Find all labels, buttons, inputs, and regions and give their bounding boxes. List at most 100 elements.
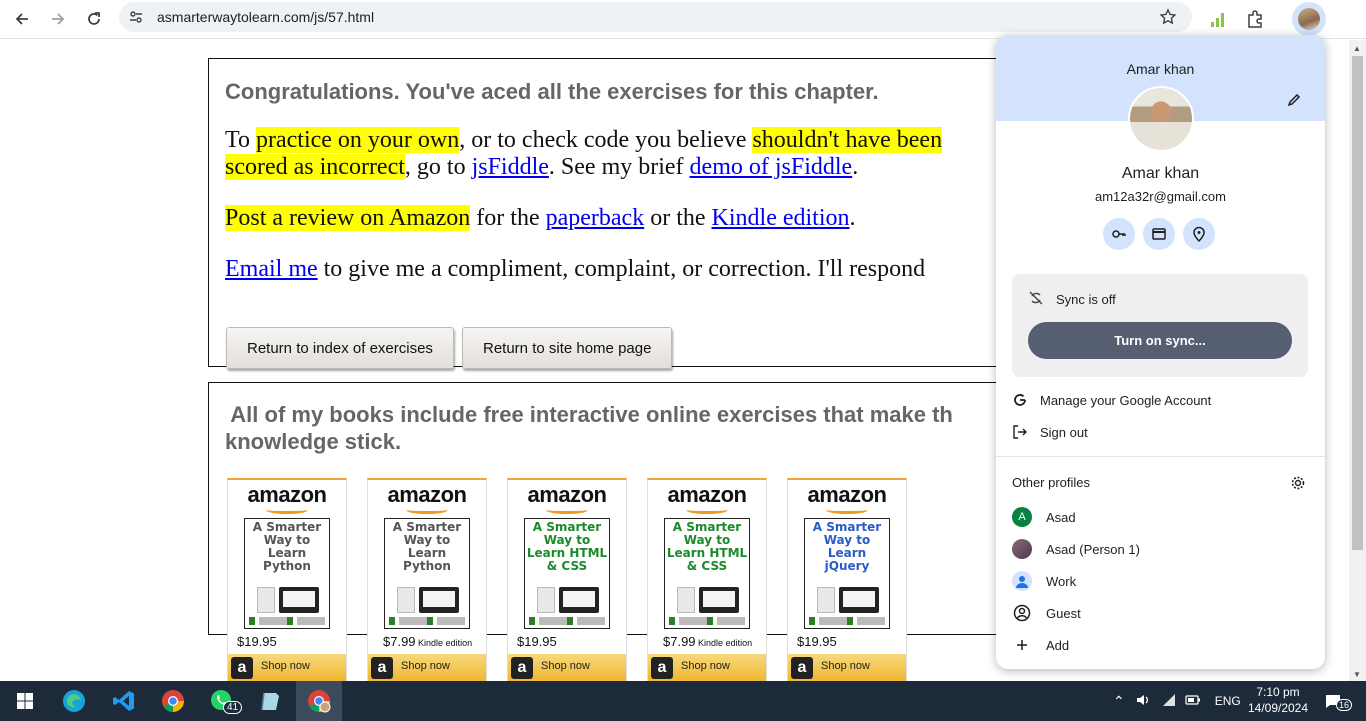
google-g-icon [1012,392,1028,408]
sign-out-label: Sign out [1040,424,1088,440]
book-card[interactable]: amazon A Smarter Way to Learn HTML & CSS… [647,478,767,681]
book-card[interactable]: amazon A Smarter Way to Learn Python $19… [227,478,347,681]
notepad-icon[interactable] [248,681,294,721]
amazon-a-icon: a [791,657,813,679]
book-cover[interactable]: A Smarter Way to Learn Python [244,518,330,629]
shop-now-label: Shop now [261,660,310,672]
text: To [225,127,256,153]
laptop-icon [839,587,879,613]
addresses-pin-icon[interactable] [1183,218,1215,250]
manage-profiles-gear-icon[interactable] [1290,475,1306,491]
site-info-icon[interactable] [127,8,145,26]
return-home-button[interactable]: Return to site home page [462,327,673,369]
shop-now-button[interactable]: a Shop now [368,654,486,681]
book-card[interactable]: amazon A Smarter Way to Learn HTML & CSS… [507,478,627,681]
signal-extension-icon[interactable] [1203,4,1233,34]
chrome-icon[interactable] [150,681,196,721]
book-icon [677,587,695,613]
text: , or to check code you believe [459,127,753,153]
highlight-text: Post a review on Amazon [225,205,471,231]
page-scrollbar[interactable]: ▲ ▼ [1349,40,1366,681]
edit-pencil-icon[interactable] [1286,92,1304,110]
shop-now-label: Shop now [681,660,730,672]
book-card[interactable]: amazon A Smarter Way to Learn jQuery $19… [787,478,907,681]
back-arrow-icon [15,13,28,25]
back-button[interactable] [7,4,37,34]
email-me-link[interactable]: Email me [225,256,318,282]
amazon-logo: amazon [387,482,467,507]
shop-now-button[interactable]: a Shop now [508,654,626,681]
shop-now-button[interactable]: a Shop now [648,654,766,681]
guest-icon [1012,603,1032,623]
book-cover[interactable]: A Smarter Way to Learn Python [384,518,470,629]
whatsapp-icon[interactable]: 41 [199,681,245,721]
profile-item-label: Guest [1046,605,1081,621]
extensions-puzzle-icon[interactable] [1240,4,1270,34]
congrats-heading: Congratulations. You've aced all the exe… [225,79,879,104]
amazon-smile-icon [826,506,868,514]
address-bar[interactable]: asmarterwaytolearn.com/js/57.html [119,2,1192,32]
profile-item-asad[interactable]: A Asad [1012,505,1312,529]
scroll-down-arrow-icon[interactable]: ▼ [1353,670,1361,679]
wifi-icon[interactable] [1161,692,1177,711]
amazon-logo: amazon [807,482,887,507]
review-paragraph: Post a review on Amazon for the paperbac… [225,205,856,232]
paperback-link[interactable]: paperback [546,205,645,231]
profile-avatar-button[interactable] [1292,2,1326,36]
chrome-profile-active-icon[interactable] [296,681,342,721]
language-indicator[interactable]: ENG [1215,694,1241,708]
payment-card-icon[interactable] [1143,218,1175,250]
bookmark-star-icon[interactable] [1158,7,1178,27]
show-hidden-icons-chevron-icon[interactable]: ⌃ [1113,693,1125,710]
shop-now-button[interactable]: a Shop now [788,654,906,681]
profile-item-work[interactable]: Work [1012,569,1312,593]
amazon-smile-icon [266,506,308,514]
laptop-icon [419,587,459,613]
reload-button[interactable] [79,4,109,34]
book-price: $7.99 Kindle edition [383,634,472,649]
cover-strip [669,617,745,625]
profile-name: Amar khan [1121,165,1200,182]
sign-out[interactable]: Sign out [1012,420,1312,444]
amazon-a-icon: a [231,657,253,679]
manage-google-account[interactable]: Manage your Google Account [1012,388,1312,412]
notifications-button[interactable]: 16 [1324,681,1353,721]
amazon-smile-icon [406,506,448,514]
profile-item-guest[interactable]: Guest [1012,601,1312,625]
scroll-up-arrow-icon[interactable]: ▲ [1353,44,1361,53]
shop-now-button[interactable]: a Shop now [228,654,346,681]
kindle-edition-link[interactable]: Kindle edition [712,205,850,231]
windows-start-icon[interactable] [2,681,48,721]
return-index-button[interactable]: Return to index of exercises [226,327,454,369]
cover-strip [389,617,465,625]
jsfiddle-demo-link[interactable]: demo of jsFiddle [690,154,853,180]
book-title: A Smarter Way to Learn Python [392,520,462,573]
book-cover[interactable]: A Smarter Way to Learn jQuery [804,518,890,629]
add-profile[interactable]: Add [1012,633,1312,657]
book-cover[interactable]: A Smarter Way to Learn HTML & CSS [524,518,610,629]
highlight-text: shouldn't have been [752,127,943,153]
edge-browser-icon[interactable] [51,681,97,721]
book-card[interactable]: amazon A Smarter Way to Learn Python $7.… [367,478,487,681]
jsfiddle-link[interactable]: jsFiddle [472,154,549,180]
text: for the [470,205,546,231]
book-cover[interactable]: A Smarter Way to Learn HTML & CSS [664,518,750,629]
taskbar-clock[interactable]: 7:10 pm 14/09/2024 [1240,684,1316,716]
profile-menu: Amar khan Amar khan am12a32r@gmail.com S… [996,35,1325,669]
scrollbar-thumb[interactable] [1352,56,1363,550]
price-value: $7.99 [383,634,416,649]
battery-icon[interactable] [1185,692,1201,711]
text: or the [644,205,712,231]
volume-icon[interactable] [1135,692,1151,711]
turn-on-sync-button[interactable]: Turn on sync... [1028,322,1292,359]
sync-status: Sync is off [1056,292,1116,307]
book-icon [397,587,415,613]
highlight-text: practice on your own [255,127,460,153]
laptop-icon [699,587,739,613]
profile-item-asad-person-1[interactable]: Asad (Person 1) [1012,537,1312,561]
forward-button[interactable] [43,4,73,34]
price-value: $19.95 [237,634,277,649]
text: . [849,205,856,231]
vscode-icon[interactable] [101,681,147,721]
passwords-key-icon[interactable] [1103,218,1135,250]
